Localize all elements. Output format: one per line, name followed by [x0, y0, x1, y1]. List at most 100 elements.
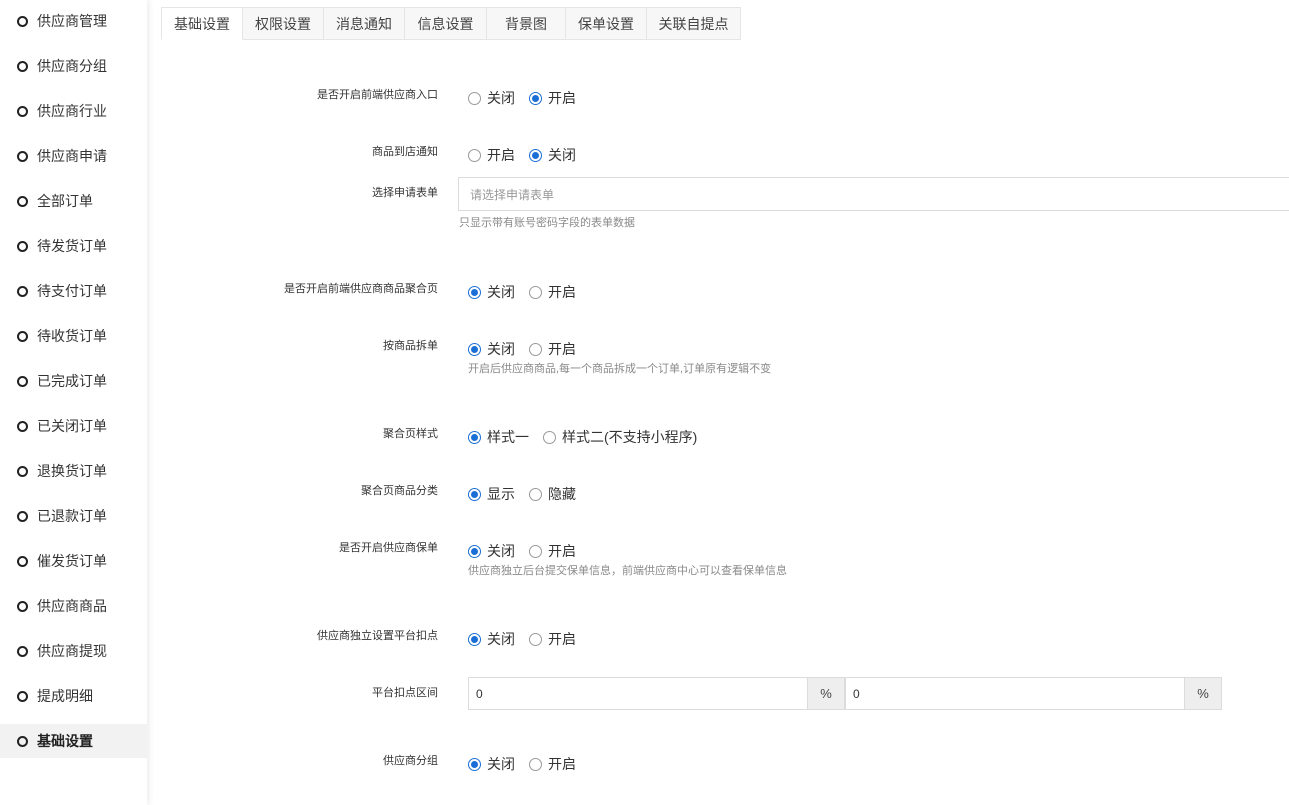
deduct-option-close[interactable]: 关闭	[468, 629, 515, 649]
entry-option-open[interactable]: 开启	[529, 88, 576, 108]
radio-text: 样式一	[487, 429, 529, 445]
sidebar-item[interactable]: 供应商行业	[0, 94, 147, 128]
apply-form-select[interactable]: 请选择申请表单	[458, 177, 1289, 211]
sidebar-item[interactable]: 退换货订单	[0, 454, 147, 488]
radio-circle	[529, 544, 542, 558]
entry-option-close[interactable]: 关闭	[468, 88, 515, 108]
split-order-label: 按商品拆单	[383, 340, 438, 352]
settings-tabs: 基础设置 权限设置 消息通知 信息设置 背景图 保单设置 关联自提点	[161, 7, 741, 40]
radio-text: 关闭	[487, 756, 515, 772]
aggregate-option-open[interactable]: 开启	[529, 282, 576, 302]
deduct-radio-group: 关闭 开启	[468, 629, 590, 649]
radio-text: 开启	[548, 90, 576, 106]
radio-circle	[468, 544, 481, 558]
sidebar-item-label: 基础设置	[37, 733, 93, 749]
radio-circle	[529, 757, 542, 771]
tab-policy-settings[interactable]: 保单设置	[566, 7, 647, 40]
radio-text: 开启	[548, 631, 576, 647]
circle-bullet-icon	[17, 555, 28, 567]
sidebar-item[interactable]: 已退款订单	[0, 499, 147, 533]
radio-circle	[468, 342, 481, 356]
circle-bullet-icon	[17, 150, 28, 162]
sidebar-item-label: 退换货订单	[37, 463, 107, 479]
sidebar-item-label: 待支付订单	[37, 283, 107, 299]
apply-form-label: 选择申请表单	[372, 187, 438, 199]
circle-bullet-icon	[17, 330, 28, 342]
sidebar-item[interactable]: 待支付订单	[0, 274, 147, 308]
policy-radio-group: 关闭 开启	[468, 541, 590, 561]
sidebar-item[interactable]: 供应商分组	[0, 49, 147, 83]
radio-circle	[468, 148, 481, 162]
tab-background-image[interactable]: 背景图	[487, 7, 566, 40]
radio-text: 隐藏	[548, 486, 576, 502]
aggregate-style-option-one[interactable]: 样式一	[468, 427, 529, 447]
radio-circle	[529, 487, 542, 501]
sidebar-item[interactable]: 供应商管理	[0, 4, 147, 38]
split-radio-group: 关闭 开启	[468, 339, 590, 359]
tab-info-settings[interactable]: 信息设置	[405, 7, 487, 40]
split-option-close[interactable]: 关闭	[468, 339, 515, 359]
radio-text: 关闭	[487, 284, 515, 300]
circle-bullet-icon	[17, 60, 28, 72]
aggregate-category-option-hide[interactable]: 隐藏	[529, 484, 576, 504]
sidebar-item[interactable]: 供应商申请	[0, 139, 147, 173]
radio-circle	[543, 430, 556, 444]
tab-basic-settings[interactable]: 基础设置	[161, 7, 243, 40]
radio-circle	[529, 148, 542, 162]
sidebar-item[interactable]: 供应商提现	[0, 634, 147, 668]
sidebar-item[interactable]: 基础设置	[0, 724, 147, 758]
radio-circle	[468, 757, 481, 771]
sidebar-item-label: 供应商行业	[37, 103, 107, 119]
policy-option-close[interactable]: 关闭	[468, 541, 515, 561]
deduct-option-open[interactable]: 开启	[529, 629, 576, 649]
sidebar-item[interactable]: 提成明细	[0, 679, 147, 713]
arrival-option-close[interactable]: 关闭	[529, 145, 576, 165]
grouping-option-close[interactable]: 关闭	[468, 754, 515, 774]
sidebar-item-label: 供应商管理	[37, 13, 107, 29]
sidebar-item[interactable]: 供应商商品	[0, 589, 147, 623]
sidebar-item[interactable]: 全部订单	[0, 184, 147, 218]
radio-text: 关闭	[548, 147, 576, 163]
deduct-label: 供应商独立设置平台扣点	[317, 630, 438, 642]
sidebar-item-label: 催发货订单	[37, 553, 107, 569]
aggregate-category-option-show[interactable]: 显示	[468, 484, 515, 504]
circle-bullet-icon	[17, 600, 28, 612]
radio-text: 样式二(不支持小程序)	[562, 429, 698, 445]
radio-circle	[529, 285, 542, 299]
radio-text: 开启	[548, 756, 576, 772]
aggregate-style-radio-group: 样式一 样式二(不支持小程序)	[468, 427, 711, 447]
radio-circle	[529, 632, 542, 646]
radio-text: 开启	[548, 341, 576, 357]
radio-circle	[529, 91, 542, 105]
tab-message-notice[interactable]: 消息通知	[324, 7, 405, 40]
sidebar-item-label: 已退款订单	[37, 508, 107, 524]
aggregate-label: 是否开启前端供应商商品聚合页	[284, 283, 438, 295]
policy-option-open[interactable]: 开启	[529, 541, 576, 561]
deduct-range-min-input[interactable]: 0	[468, 677, 808, 710]
aggregate-option-close[interactable]: 关闭	[468, 282, 515, 302]
radio-circle	[529, 342, 542, 356]
split-order-help: 开启后供应商商品,每一个商品拆成一个订单,订单原有逻辑不变	[468, 363, 772, 375]
percent-addon: %	[808, 677, 845, 710]
aggregate-style-option-two[interactable]: 样式二(不支持小程序)	[543, 427, 697, 447]
radio-text: 关闭	[487, 341, 515, 357]
circle-bullet-icon	[17, 735, 28, 747]
tab-permission-settings[interactable]: 权限设置	[243, 7, 324, 40]
sidebar-item[interactable]: 已完成订单	[0, 364, 147, 398]
split-option-open[interactable]: 开启	[529, 339, 576, 359]
sidebar-item[interactable]: 待收货订单	[0, 319, 147, 353]
arrival-option-open[interactable]: 开启	[468, 145, 515, 165]
circle-bullet-icon	[17, 510, 28, 522]
radio-circle	[468, 632, 481, 646]
sidebar-item-label: 待收货订单	[37, 328, 107, 344]
sidebar-item[interactable]: 催发货订单	[0, 544, 147, 578]
sidebar-item[interactable]: 待发货订单	[0, 229, 147, 263]
arrival-radio-group: 开启 关闭	[468, 145, 590, 165]
tab-pickup-points[interactable]: 关联自提点	[647, 7, 741, 40]
policy-label: 是否开启供应商保单	[339, 542, 438, 554]
grouping-option-open[interactable]: 开启	[529, 754, 576, 774]
deduct-range-max-input[interactable]: 0	[845, 677, 1185, 710]
sidebar-item[interactable]: 已关闭订单	[0, 409, 147, 443]
sidebar-item-label: 已关闭订单	[37, 418, 107, 434]
deduct-range-min-group: 0 %	[468, 677, 845, 710]
